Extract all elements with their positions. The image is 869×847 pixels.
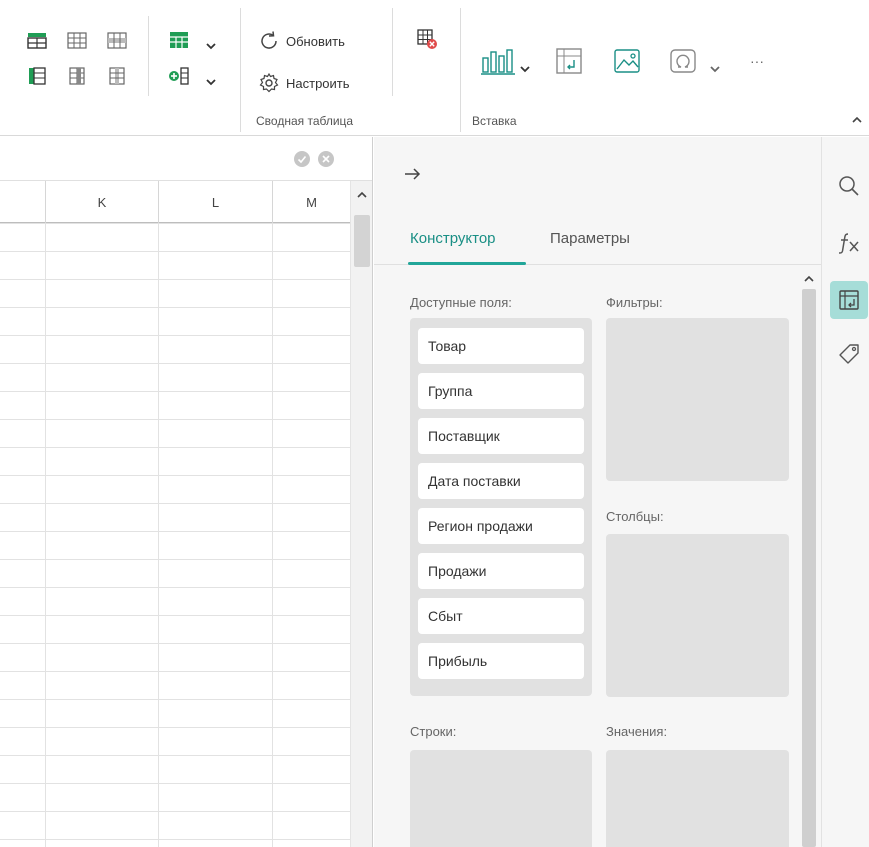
grand-totals-icon[interactable] [66,30,88,50]
field-item[interactable]: Продажи [418,553,584,589]
columns-drop-zone[interactable] [606,534,789,697]
group-label-insert: Вставка [472,114,517,128]
field-item[interactable]: Прибыль [418,643,584,679]
vertical-scrollbar[interactable] [350,181,372,847]
cancel-icon[interactable] [318,151,334,167]
column-header-m[interactable]: M [273,181,350,223]
refresh-label: Обновить [286,33,345,49]
subtotals-icon[interactable] [26,30,48,50]
refresh-icon [258,30,280,52]
table-style-icon[interactable] [168,30,190,50]
values-drop-zone[interactable] [606,750,789,847]
collapse-ribbon-icon[interactable] [851,112,863,123]
delete-pivot-icon[interactable] [416,28,438,49]
arrow-right-icon[interactable] [404,167,422,181]
pivot-panel-icon[interactable] [830,281,868,319]
available-fields-label: Доступные поля: [410,295,512,310]
tab-constructor[interactable]: Конструктор [410,230,496,247]
banded-rows-icon[interactable] [106,66,128,86]
more-button[interactable]: ··· [750,48,764,74]
field-item[interactable]: Группа [418,373,584,409]
panel-scrollbar[interactable] [799,267,819,847]
report-layout-icon[interactable] [106,30,128,50]
panel-tabs: Конструктор Параметры [374,217,821,265]
rows-label: Строки: [410,724,457,739]
filters-label: Фильтры: [606,295,663,310]
cell-grid[interactable] [0,223,350,847]
chart-icon[interactable] [480,46,516,76]
more-label: ··· [750,53,764,69]
tab-parameters[interactable]: Параметры [550,230,630,247]
column-headers-icon[interactable] [66,66,88,86]
column-headers: K L M [0,181,350,223]
chevron-down-icon[interactable] [520,60,530,73]
scrollbar-thumb[interactable] [802,289,816,847]
gear-icon [258,72,280,94]
spreadsheet: K L M [0,137,373,847]
symbol-icon[interactable] [668,46,698,76]
field-item[interactable]: Дата поставки [418,463,584,499]
tag-icon[interactable] [830,335,868,373]
formula-bar [0,137,372,181]
pivot-panel: Конструктор Параметры Доступные поля: Фи… [374,137,821,847]
field-item[interactable]: Сбыт [418,598,584,634]
filters-drop-zone[interactable] [606,318,789,481]
field-item[interactable]: Товар [418,328,584,364]
pivot-table-icon[interactable] [554,46,584,76]
row-headers-icon[interactable] [26,66,48,86]
confirm-icon[interactable] [294,151,310,167]
rows-drop-zone[interactable] [410,750,592,847]
chevron-down-icon[interactable] [206,73,216,86]
search-icon[interactable] [830,167,868,205]
column-header-k[interactable]: K [46,181,159,223]
ribbon-separator [460,8,461,132]
scrollbar-thumb[interactable] [354,215,370,267]
column-header-l[interactable]: L [159,181,273,223]
values-label: Значения: [606,724,668,739]
ribbon-separator [392,8,393,96]
ribbon-separator [148,16,149,96]
field-item[interactable]: Поставщик [418,418,584,454]
ribbon-separator [240,8,241,132]
image-icon[interactable] [612,46,642,76]
configure-button[interactable]: Настроить [258,70,350,96]
refresh-button[interactable]: Обновить [258,28,345,54]
column-header-partial[interactable] [0,181,46,223]
insert-field-icon[interactable] [168,66,190,86]
columns-label: Столбцы: [606,509,664,524]
field-item[interactable]: Регион продажи [418,508,584,544]
scroll-up-icon[interactable] [803,271,815,282]
scroll-up-icon[interactable] [356,187,368,198]
configure-label: Настроить [286,75,350,91]
chevron-down-icon[interactable] [710,60,720,73]
ribbon: Обновить Настроить ··· Сводная таблица В… [0,0,869,136]
available-fields-list: Товар Группа Поставщик Дата поставки Рег… [410,318,592,696]
chevron-down-icon[interactable] [206,37,216,50]
fx-icon[interactable] [830,224,868,262]
group-label-pivot: Сводная таблица [256,114,354,128]
active-tab-underline [408,262,526,265]
right-sidebar [821,137,869,847]
